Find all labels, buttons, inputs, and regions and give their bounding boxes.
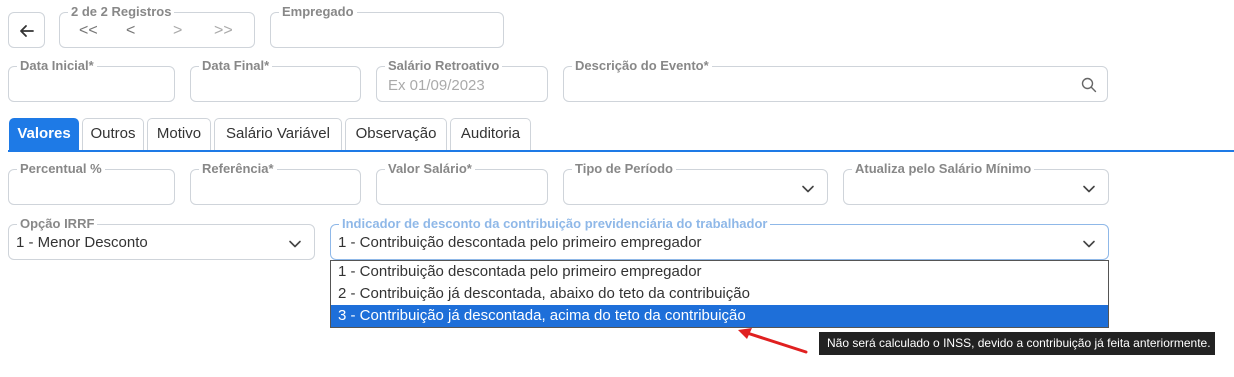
annotation-arrow	[738, 328, 808, 354]
option-1[interactable]: 1 - Contribuição descontada pelo primeir…	[331, 261, 1108, 283]
event-description-label: Descrição do Evento*	[572, 58, 712, 74]
reference-field[interactable]: Referência*	[190, 161, 361, 205]
option-3[interactable]: 3 - Contribuição já descontada, acima do…	[331, 305, 1108, 327]
percentage-label: Percentual %	[17, 161, 105, 177]
end-date-label: Data Final*	[199, 58, 273, 74]
last-record-button[interactable]: >>	[214, 22, 233, 40]
contribution-indicator-label: Indicador de desconto da contribuição pr…	[339, 216, 771, 232]
tab-outros[interactable]: Outros	[82, 118, 144, 150]
retroactive-salary-label: Salário Retroativo	[385, 58, 503, 74]
tab-observacao[interactable]: Observação	[345, 118, 447, 150]
record-navigator: 2 de 2 Registros << < > >>	[59, 4, 255, 48]
start-date-field[interactable]: Data Inicial*	[8, 58, 175, 102]
event-description-field[interactable]: Descrição do Evento*	[563, 58, 1108, 102]
next-record-button[interactable]: >	[173, 22, 182, 40]
previous-record-button[interactable]: <	[126, 22, 135, 40]
contribution-indicator-value: 1 - Contribuição descontada pelo primeir…	[338, 234, 702, 251]
option-2[interactable]: 2 - Contribuição já descontada, abaixo d…	[331, 283, 1108, 305]
employee-label: Empregado	[279, 4, 357, 20]
tooltip: Não será calculado o INSS, devido a cont…	[819, 332, 1215, 355]
contribution-indicator-select[interactable]: Indicador de desconto da contribuição pr…	[330, 216, 1109, 260]
start-date-label: Data Inicial*	[17, 58, 97, 74]
irrf-option-label: Opção IRRF	[17, 216, 98, 232]
arrow-left-icon	[20, 25, 34, 37]
salary-value-label: Valor Salário*	[385, 161, 475, 177]
chevron-down-icon	[289, 240, 301, 248]
irrf-option-value: 1 - Menor Desconto	[16, 234, 148, 251]
minimum-wage-update-select[interactable]: Atualiza pelo Salário Mínimo	[843, 161, 1109, 205]
end-date-field[interactable]: Data Final*	[190, 58, 361, 102]
search-icon[interactable]	[1081, 77, 1097, 93]
first-record-button[interactable]: <<	[79, 22, 98, 40]
percentage-field[interactable]: Percentual %	[8, 161, 175, 205]
retroactive-salary-field[interactable]: Salário Retroativo Ex 01/09/2023	[376, 58, 548, 102]
period-type-select[interactable]: Tipo de Período	[563, 161, 828, 205]
minimum-wage-update-label: Atualiza pelo Salário Mínimo	[852, 161, 1035, 177]
chevron-down-icon	[1083, 240, 1095, 248]
chevron-down-icon	[1083, 185, 1095, 193]
chevron-down-icon	[802, 185, 814, 193]
tab-salario-variavel[interactable]: Salário Variável	[214, 118, 342, 150]
tab-motivo[interactable]: Motivo	[147, 118, 211, 150]
back-button[interactable]	[8, 12, 45, 48]
irrf-option-select[interactable]: Opção IRRF 1 - Menor Desconto	[8, 216, 315, 260]
tab-valores[interactable]: Valores	[9, 118, 79, 150]
retroactive-salary-placeholder: Ex 01/09/2023	[388, 77, 485, 94]
period-type-label: Tipo de Período	[572, 161, 676, 177]
tabs-underline	[8, 150, 1234, 152]
contribution-indicator-options: 1 - Contribuição descontada pelo primeir…	[330, 260, 1109, 328]
reference-label: Referência*	[199, 161, 277, 177]
tab-auditoria[interactable]: Auditoria	[450, 118, 531, 150]
salary-value-field[interactable]: Valor Salário*	[376, 161, 548, 205]
records-count-label: 2 de 2 Registros	[68, 4, 175, 20]
employee-field[interactable]: Empregado	[270, 4, 504, 48]
